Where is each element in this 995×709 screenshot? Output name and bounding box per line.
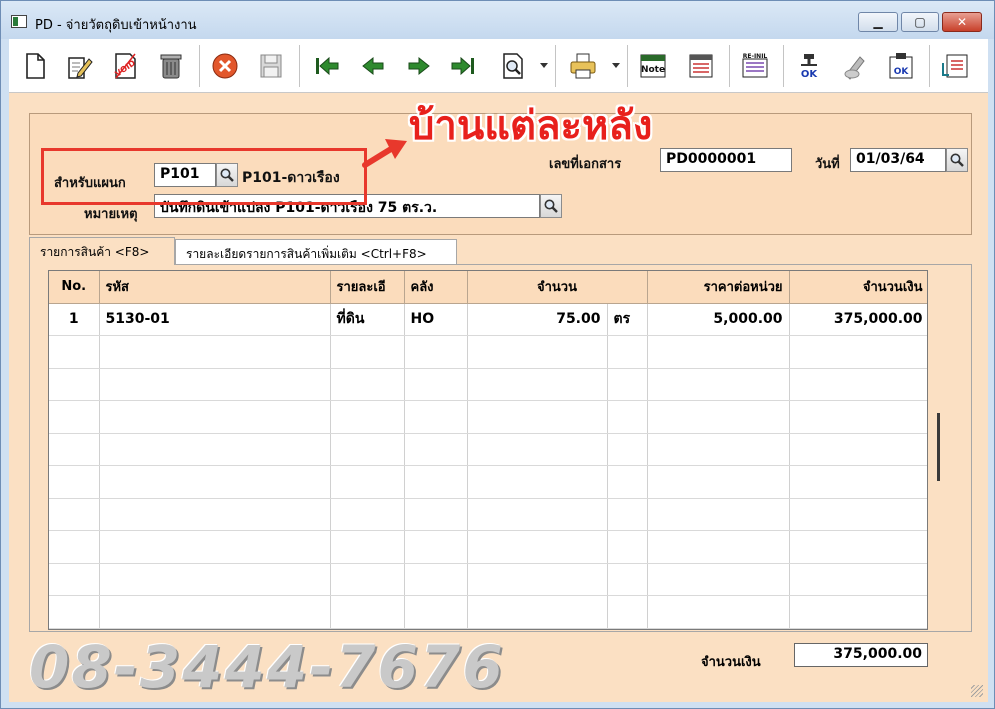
tab-item-details[interactable]: รายละเอียดรายการสินค้าเพิ่มเติม <Ctrl+F8… [175,239,457,264]
print-icon[interactable] [567,50,599,82]
table-row[interactable] [49,530,927,564]
grid-header-row: No. รหัส รายละเอี คลัง จำนวน ราคาต่อหน่ว… [49,271,927,304]
cell-amount[interactable]: 375,000.00 [789,303,927,336]
title-bar: PD - จ่ายวัตถุดิบเข้าหน้างาน ▁ ▢ ✕ [1,1,994,39]
table-row[interactable] [49,465,927,499]
find-dropdown-icon[interactable] [540,63,548,68]
toolbar: VOID Note RE-INIL OK OK [9,39,988,93]
col-header-code[interactable]: รหัส [99,271,331,304]
phone-watermark: 08-3444-7676 [29,633,505,701]
cell-warehouse[interactable]: HO [404,303,468,336]
remark-search-button[interactable] [540,194,562,218]
form-icon[interactable] [685,50,717,82]
void-icon[interactable]: VOID [109,50,141,82]
app-window: PD - จ่ายวัตถุดิบเข้าหน้างาน ▁ ▢ ✕ VOID [0,0,995,709]
annotation-highlight-box [41,148,367,205]
attach-icon[interactable] [939,50,971,82]
table-row[interactable] [49,400,927,434]
total-amount-field: 375,000.00 [794,643,928,667]
approve-icon[interactable]: OK [793,50,825,82]
cell-code[interactable]: 5130-01 [99,303,331,336]
edit-icon[interactable] [63,50,95,82]
find-icon[interactable] [497,50,529,82]
close-button[interactable]: ✕ [942,12,982,32]
total-label: จำนวนเงิน [701,655,761,670]
table-row[interactable] [49,595,927,629]
cell-description[interactable]: ที่ดิน [330,303,405,336]
date-label: วันที่ [815,157,840,172]
col-header-amount[interactable]: จำนวนเงิน [789,271,927,304]
unapprove-icon[interactable] [839,50,871,82]
col-header-quantity[interactable]: จำนวน [467,271,648,304]
svg-text:OK: OK [894,67,910,77]
annotation-title: บ้านแต่ละหลัง [409,103,653,149]
last-record-icon[interactable] [447,50,479,82]
cell-no[interactable]: 1 [49,303,100,336]
table-row[interactable] [49,498,927,531]
col-header-unit-price[interactable]: ราคาต่อหน่วย [647,271,790,304]
form-content: สำหรับแผนก P101 P101-ดาวเรือง หมายเหตุ บ… [9,93,988,702]
table-row[interactable] [49,368,927,401]
svg-text:RE-INIL: RE-INIL [743,53,768,60]
table-row[interactable] [49,335,927,369]
items-grid: No. รหัส รายละเอี คลัง จำนวน ราคาต่อหน่ว… [48,270,928,630]
grid-panel: No. รหัส รายละเอี คลัง จำนวน ราคาต่อหน่ว… [29,264,972,632]
previous-record-icon[interactable] [357,50,389,82]
cell-quantity[interactable]: 75.00 [467,303,608,336]
grid-scrollbar[interactable] [937,413,940,481]
note-icon[interactable]: Note [637,50,669,82]
remark-label: หมายเหตุ [84,207,138,222]
minimize-button[interactable]: ▁ [858,12,898,32]
save-icon[interactable] [255,50,287,82]
document-approve-icon[interactable]: OK [885,50,917,82]
print-dropdown-icon[interactable] [612,63,620,68]
search-icon [544,199,558,213]
next-record-icon[interactable] [403,50,435,82]
table-row[interactable] [49,563,927,596]
window-title: PD - จ่ายวัตถุดิบเข้าหน้างาน [35,18,197,33]
app-icon [11,15,27,28]
date-search-button[interactable] [946,148,968,172]
resize-grip[interactable] [971,685,983,697]
col-header-description[interactable]: รายละเอี [330,271,405,304]
new-document-icon[interactable] [19,50,51,82]
search-icon [950,153,964,167]
cell-unit[interactable]: ตร [607,303,648,336]
delete-icon[interactable] [155,50,187,82]
svg-text:OK: OK [801,69,819,80]
table-row[interactable] [49,433,927,466]
recalc-icon[interactable]: RE-INIL [739,50,771,82]
col-header-warehouse[interactable]: คลัง [404,271,468,304]
first-record-icon[interactable] [311,50,343,82]
cancel-icon[interactable] [209,50,241,82]
col-header-no[interactable]: No. [49,271,100,304]
cell-unit-price[interactable]: 5,000.00 [647,303,790,336]
tab-item-list[interactable]: รายการสินค้า <F8> [29,237,175,265]
maximize-button[interactable]: ▢ [901,12,939,32]
doc-no-field[interactable]: PD0000001 [660,148,792,172]
annotation-arrow-icon [362,139,407,168]
table-row[interactable]: 1 5130-01 ที่ดิน HO 75.00 ตร 5,000.00 37… [49,303,927,336]
svg-text:Note: Note [641,65,665,75]
date-field[interactable]: 01/03/64 [850,148,946,172]
